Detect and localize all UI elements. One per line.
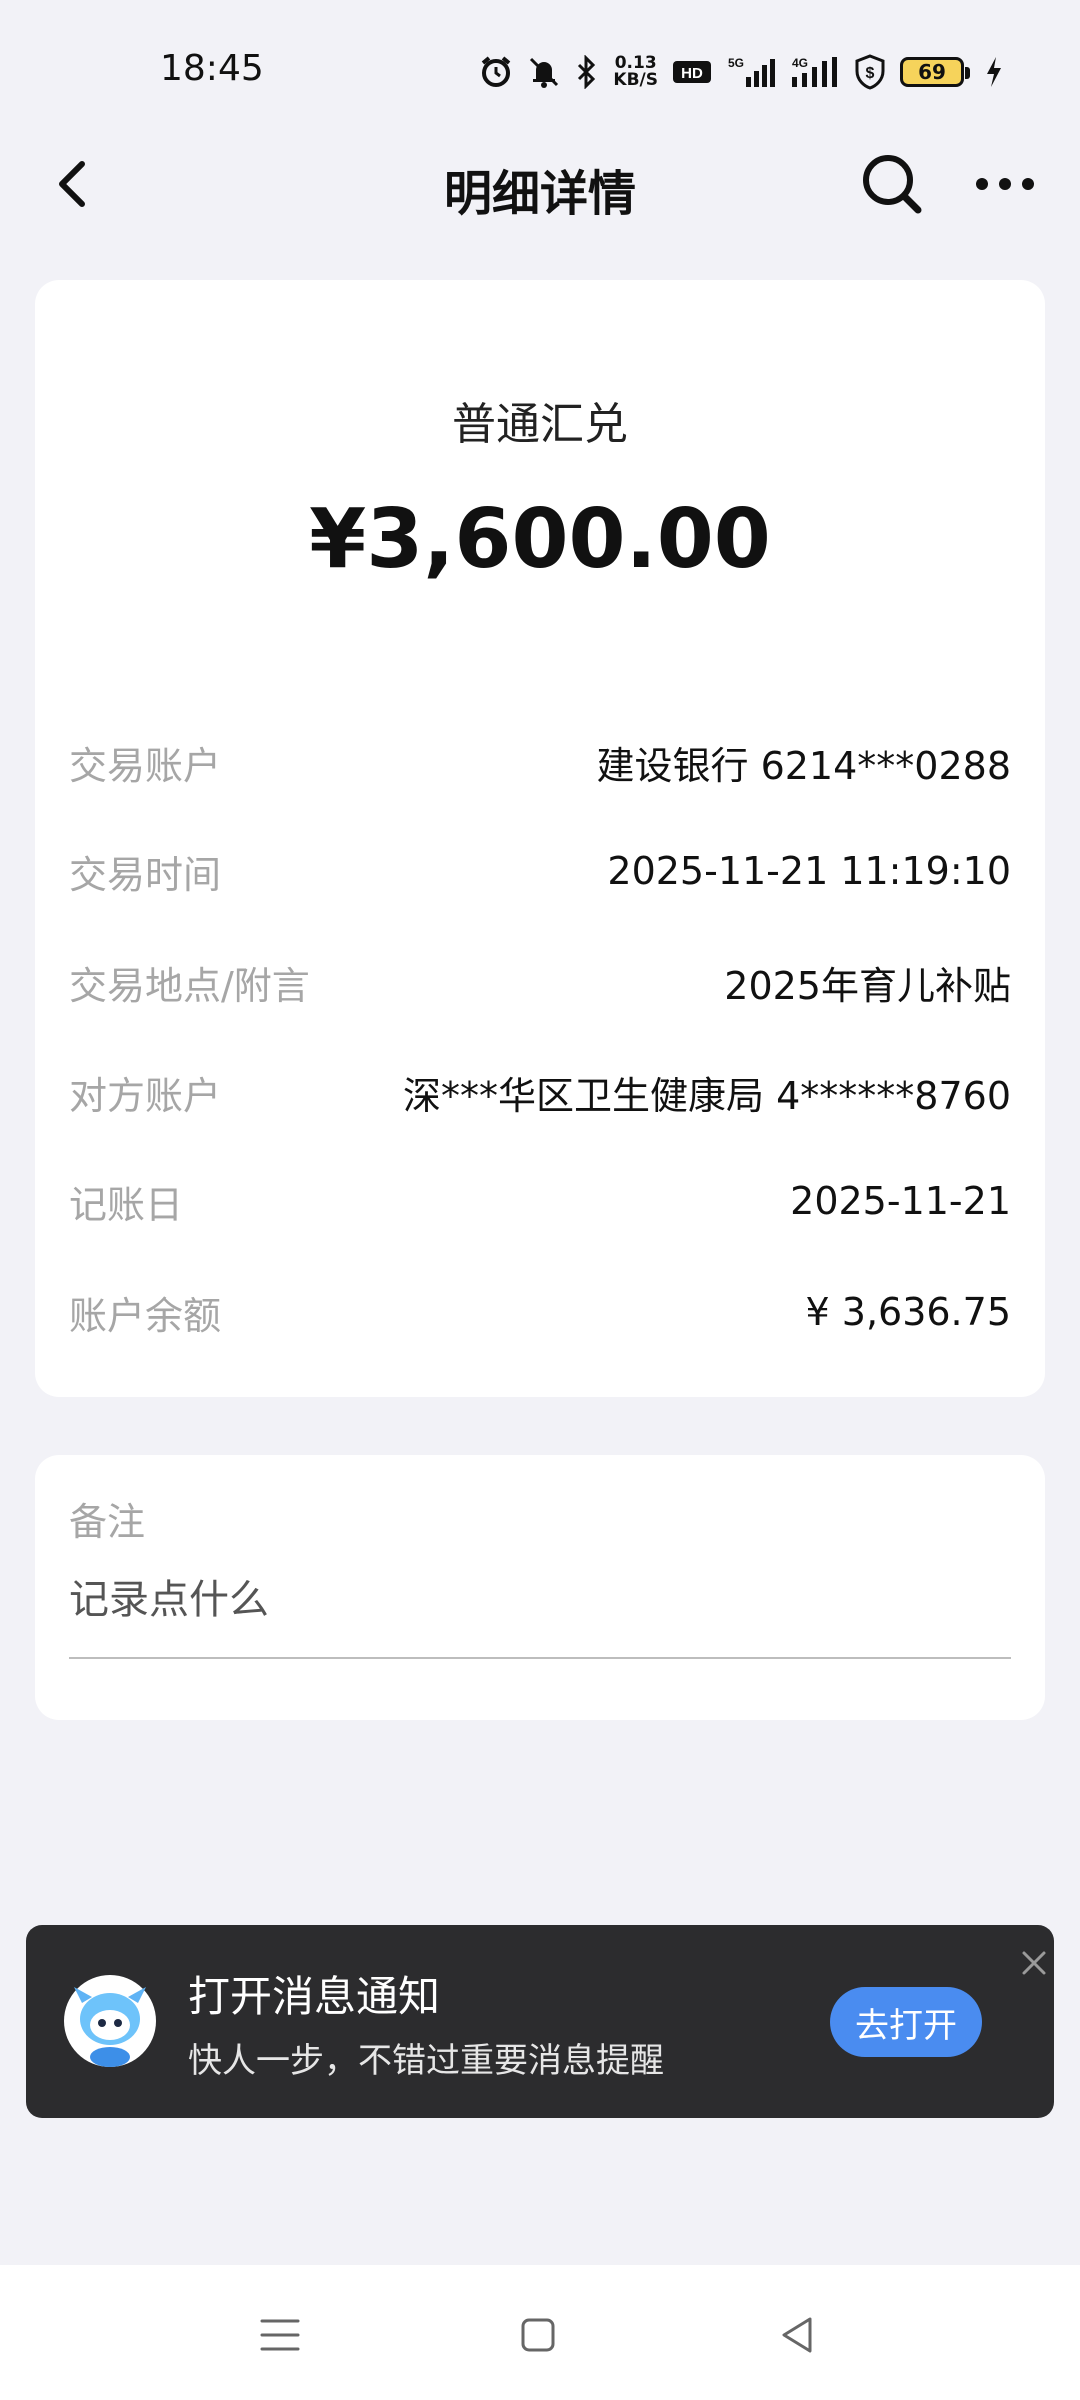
home-square-icon: [521, 2318, 555, 2352]
detail-value: ¥ 3,636.75: [805, 1290, 1011, 1334]
svg-text:HD: HD: [681, 65, 703, 82]
status-bar: 18:45 0.13 KB/S HD 5G 4G $ 69: [0, 0, 1080, 130]
menu-icon: [260, 2319, 300, 2351]
detail-row-counterparty: 对方账户 深***华区卫生健康局 4******8760: [69, 1062, 1011, 1122]
detail-value: 建设银行 6214***0288: [596, 743, 1012, 788]
detail-label: 账户余额: [69, 1293, 222, 1338]
detail-row-location-note: 交易地点/附言 2025年育儿补贴: [69, 952, 1011, 1012]
mute-icon: [527, 55, 561, 89]
net-speed-unit: KB/S: [613, 70, 658, 90]
hd-icon: HD: [672, 58, 712, 86]
4g-signal-icon: 4G: [790, 55, 840, 89]
detail-row-posting-date: 记账日 2025-11-21: [69, 1171, 1011, 1231]
home-button[interactable]: [508, 2305, 568, 2365]
detail-label: 交易地点/附言: [69, 963, 310, 1008]
transaction-amount: ¥3,600.00: [309, 492, 771, 587]
close-banner-button[interactable]: [1014, 1943, 1054, 1983]
more-icon: [976, 178, 1034, 190]
status-icons: 0.13 KB/S HD 5G 4G $ 69: [479, 48, 1004, 96]
svg-text:$: $: [866, 65, 875, 82]
battery-icon: 69: [900, 57, 970, 87]
charging-icon: [984, 55, 1004, 89]
detail-value: 2025-11-21 11:19:10: [607, 849, 1011, 893]
close-icon: [1022, 1951, 1046, 1975]
system-back-button[interactable]: [768, 2305, 828, 2365]
system-navigation-bar: [0, 2265, 1080, 2400]
remark-underline: [69, 1657, 1011, 1659]
status-time: 18:45: [160, 48, 264, 89]
open-notifications-button[interactable]: 去打开: [830, 1987, 982, 2057]
detail-value: 2025年育儿补贴: [724, 963, 1011, 1008]
shield-icon: $: [854, 54, 886, 90]
notification-prompt-banner: 打开消息通知 快人一步，不错过重要消息提醒 去打开: [26, 1925, 1054, 2118]
notification-subtitle: 快人一步，不错过重要消息提醒: [188, 2041, 664, 2081]
net-speed-indicator: 0.13 KB/S: [613, 55, 658, 89]
recent-apps-button[interactable]: [250, 2305, 310, 2365]
detail-label: 对方账户: [69, 1073, 222, 1118]
top-navigation-bar: 明细详情: [0, 130, 1080, 240]
bluetooth-icon: [575, 55, 599, 89]
remark-input[interactable]: [69, 1567, 1011, 1633]
back-triangle-icon: [782, 2317, 812, 2353]
detail-label: 交易时间: [69, 852, 222, 897]
detail-label: 记账日: [69, 1182, 184, 1227]
detail-value: 2025-11-21: [790, 1179, 1011, 1223]
svg-text:5G: 5G: [728, 56, 744, 70]
notification-title: 打开消息通知: [188, 1972, 441, 2021]
detail-value: 深***华区卫生健康局 4******8760: [403, 1073, 1011, 1118]
detail-row-account: 交易账户 建设银行 6214***0288: [69, 732, 1011, 792]
search-button[interactable]: [858, 150, 926, 218]
alarm-icon: [479, 55, 513, 89]
transaction-type: 普通汇兑: [452, 399, 628, 450]
detail-label: 交易账户: [69, 743, 222, 788]
5g-signal-icon: 5G: [726, 55, 776, 89]
detail-row-time: 交易时间 2025-11-21 11:19:10: [69, 841, 1011, 901]
mascot-avatar: [62, 1973, 158, 2069]
more-options-button[interactable]: [970, 152, 1040, 216]
svg-text:4G: 4G: [792, 56, 808, 70]
transaction-detail-card: 普通汇兑 ¥3,600.00 交易账户 建设银行 6214***0288 交易时…: [35, 280, 1045, 1397]
detail-row-balance: 账户余额 ¥ 3,636.75: [69, 1282, 1011, 1342]
search-icon: [863, 155, 922, 214]
battery-level: 69: [918, 60, 946, 84]
remark-card: 备注: [35, 1455, 1045, 1720]
remark-label: 备注: [69, 1500, 146, 1544]
